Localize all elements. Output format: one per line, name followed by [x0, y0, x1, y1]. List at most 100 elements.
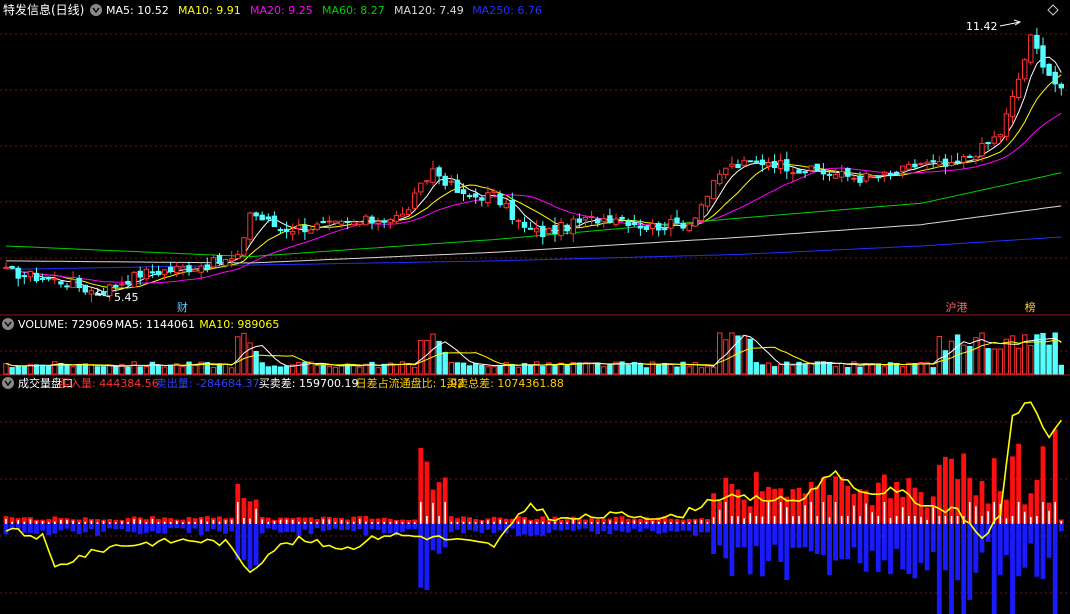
net-volume-tick: [23, 521, 26, 524]
panel-collapse-icon[interactable]: [2, 318, 14, 330]
volume-legend-item: VOLUME: 729069: [18, 318, 113, 331]
candle-body: [460, 189, 467, 195]
net-volume-tick: [383, 521, 385, 524]
candle-body: [692, 217, 698, 227]
sell-volume-bar: [448, 523, 454, 533]
candle-body: [588, 215, 595, 218]
volume-legend: VOLUME: 729069 MA5: 1144061 MA10: 989065: [18, 318, 279, 331]
candle-body: [1028, 34, 1034, 63]
volume-bar: [515, 366, 522, 375]
sell-volume-bar: [1052, 523, 1058, 614]
sell-volume-bar: [241, 523, 247, 560]
volume-bar: [222, 363, 229, 375]
volume-bar: [576, 362, 583, 375]
panel-collapse-icon[interactable]: [2, 377, 14, 389]
net-volume-tick: [139, 519, 141, 524]
net-volume-tick: [218, 521, 221, 524]
volume-bar: [320, 364, 326, 375]
candle-body: [887, 173, 894, 176]
candle-body: [271, 215, 278, 228]
candle-body: [174, 266, 180, 274]
candle-body: [424, 180, 430, 183]
net-volume-tick: [377, 522, 379, 524]
buy-volume-bar: [949, 458, 954, 523]
candle-body: [222, 258, 229, 266]
candle-body: [814, 163, 820, 172]
sell-volume-bar: [595, 523, 601, 535]
candle-body: [613, 218, 619, 226]
volume-bar: [168, 364, 174, 375]
sell-volume-bar: [747, 523, 753, 575]
candle-body: [778, 160, 784, 169]
candle-body: [912, 163, 918, 168]
sell-volume-bar: [424, 523, 430, 590]
sell-volume-bar: [284, 523, 289, 533]
candle-body: [52, 278, 58, 281]
volume-bar: [125, 366, 131, 375]
sell-volume-bar: [589, 523, 594, 532]
net-volume-tick: [157, 522, 160, 524]
net-volume-tick: [908, 516, 910, 524]
candle-body: [131, 271, 137, 288]
candle-body: [448, 180, 455, 183]
volume-bar: [509, 363, 516, 375]
volume-bar: [534, 361, 540, 375]
volume-bar: [631, 361, 637, 375]
sell-volume-bar: [790, 523, 796, 548]
buy-volume-bar: [424, 461, 430, 523]
sell-volume-bar: [534, 523, 540, 536]
candle-body: [155, 270, 162, 276]
candle-body: [216, 255, 223, 264]
high-price-label: 11.42: [966, 20, 998, 33]
sell-volume-bar: [802, 523, 808, 548]
candle-body: [235, 253, 241, 259]
candle-body: [948, 161, 955, 167]
net-volume-tick: [365, 521, 367, 524]
candle-body: [936, 161, 942, 166]
net-volume-tick: [615, 521, 617, 524]
sell-volume-bar: [924, 523, 930, 571]
candle-body: [259, 214, 265, 221]
net-volume-tick: [987, 511, 989, 524]
net-volume-tick: [609, 520, 611, 524]
sell-volume-bar: [857, 523, 863, 564]
volume-bar: [595, 362, 601, 375]
sell-volume-bar: [82, 523, 88, 533]
candle-body: [631, 222, 637, 226]
sell-volume-bar: [278, 523, 283, 533]
sell-volume-bar: [601, 523, 607, 532]
sell-volume-bar: [1040, 523, 1046, 580]
sell-volume-bar: [442, 523, 448, 548]
candle-body: [107, 284, 113, 297]
sell-volume-bar: [540, 523, 546, 536]
net-volume-tick: [901, 507, 904, 524]
sell-volume-bar: [95, 523, 100, 536]
net-volume-tick: [261, 519, 263, 524]
candle-body: [253, 212, 259, 217]
volume-bar: [46, 365, 52, 375]
volume-legend-item: MA5: 1144061: [115, 318, 195, 331]
volume-bar: [332, 366, 339, 375]
volume-bar: [88, 364, 95, 375]
net-volume-tick: [584, 522, 587, 524]
net-volume-tick: [72, 520, 74, 524]
volume-bar: [985, 348, 991, 375]
panel-collapse-icon[interactable]: [90, 4, 102, 16]
candle-body: [497, 193, 503, 206]
diamond-icon[interactable]: [1047, 4, 1059, 16]
net-volume-tick: [200, 519, 202, 524]
volume-bar: [271, 365, 278, 375]
buy-volume-bar: [1010, 456, 1015, 523]
candle-body: [454, 179, 461, 193]
candle-body: [729, 163, 735, 167]
net-volume-tick: [627, 522, 629, 524]
sell-volume-bar: [131, 523, 137, 533]
sell-volume-bar: [3, 523, 9, 535]
net-volume-tick: [450, 521, 453, 524]
candle-body: [64, 285, 70, 288]
candle-body: [820, 168, 827, 175]
volume-bar: [235, 336, 241, 375]
volume-bar: [180, 365, 186, 375]
net-volume-tick: [206, 521, 209, 524]
candle-body: [15, 267, 21, 279]
